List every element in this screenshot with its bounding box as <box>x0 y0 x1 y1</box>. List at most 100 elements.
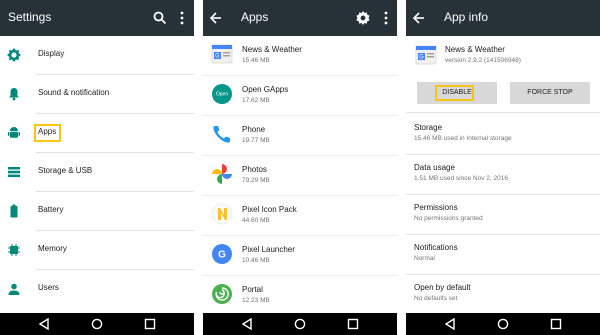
search-icon[interactable] <box>152 10 168 26</box>
nav-bar <box>0 313 194 335</box>
news-weather-icon: G <box>415 45 437 65</box>
app-item-pixel-icon-pack[interactable]: Pixel Icon Pack 44.60 MB <box>203 196 397 236</box>
back-nav-icon[interactable] <box>444 318 456 330</box>
pixel-launcher-icon: G <box>212 244 232 264</box>
settings-item-label: Battery <box>38 205 64 214</box>
open-gapps-icon: Open <box>212 84 232 104</box>
app-name: Pixel Launcher <box>242 245 295 254</box>
settings-list: Display Sound & notification Apps Storag… <box>0 36 194 313</box>
app-name: Pixel Icon Pack <box>242 205 297 214</box>
app-item-photos[interactable]: Photos 79.29 MB <box>203 156 397 196</box>
apps-list: G News & Weather 15.46 MB Open Open GApp… <box>203 36 397 313</box>
notifications-row[interactable]: Notifications Normal <box>406 234 600 274</box>
row-subtitle: No permissions granted <box>414 215 483 222</box>
divider <box>406 112 600 113</box>
phone-icon <box>213 126 230 143</box>
back-nav-icon[interactable] <box>38 318 50 330</box>
apps-app-bar: Apps <box>203 0 397 36</box>
back-arrow-icon[interactable] <box>412 11 426 25</box>
apps-title: Apps <box>241 10 269 24</box>
row-title: Notifications <box>414 243 458 252</box>
row-subtitle: No defaults set <box>414 295 458 302</box>
app-item-pixel-launcher[interactable]: G Pixel Launcher 10.46 MB <box>203 236 397 276</box>
app-name: Open GApps <box>242 85 289 94</box>
recents-nav-icon[interactable] <box>144 318 156 330</box>
news-weather-icon: G <box>211 44 233 64</box>
portal-icon <box>212 284 232 304</box>
home-nav-icon[interactable] <box>91 318 103 330</box>
back-nav-icon[interactable] <box>241 318 253 330</box>
settings-item-sound-notification[interactable]: Sound & notification <box>0 75 194 114</box>
force-stop-button[interactable]: FORCE STOP <box>510 82 590 104</box>
settings-item-display[interactable]: Display <box>0 36 194 75</box>
app-name: News & Weather <box>445 45 505 54</box>
settings-item-battery[interactable]: Battery <box>0 192 194 231</box>
app-name: Portal <box>242 285 263 294</box>
row-subtitle: Normal <box>414 255 435 262</box>
app-item-news-weather[interactable]: G News & Weather 15.46 MB <box>203 36 397 76</box>
app-item-portal[interactable]: Portal 12.23 MB <box>203 276 397 316</box>
row-title: Open by default <box>414 283 471 292</box>
app-info-content: G News & Weather version 2.9.2 (14150694… <box>406 36 600 313</box>
settings-title: Settings <box>8 10 52 24</box>
battery-icon <box>10 204 18 218</box>
svg-text:G: G <box>215 54 220 60</box>
app-size: 10.46 MB <box>242 257 270 264</box>
back-arrow-icon[interactable] <box>209 11 223 25</box>
photos-icon <box>212 164 232 184</box>
pixel-icon-pack-icon <box>211 203 233 225</box>
app-size: 44.60 MB <box>242 217 270 224</box>
apps-screen: Apps G News & Weather 15.46 MB Open Open… <box>203 0 397 335</box>
app-info-title: App info <box>444 10 489 24</box>
more-options-icon[interactable] <box>174 10 190 26</box>
settings-item-label: Users <box>38 283 59 292</box>
app-size: 17.62 MB <box>242 97 270 104</box>
memory-icon <box>8 244 20 256</box>
storage-row[interactable]: Storage 15.46 MB used in Internal storag… <box>406 114 600 154</box>
settings-item-label: Display <box>38 49 65 58</box>
app-version: version 2.9.2 (141506948) <box>445 57 521 64</box>
storage-icon <box>8 167 20 178</box>
settings-item-label: Sound & notification <box>38 88 110 97</box>
brightness-icon <box>7 48 21 62</box>
person-icon <box>8 283 20 295</box>
home-nav-icon[interactable] <box>294 318 306 330</box>
row-subtitle: 15.46 MB used in Internal storage <box>414 135 512 142</box>
more-options-icon[interactable] <box>378 10 394 26</box>
svg-text:Open: Open <box>216 92 228 98</box>
app-item-open-gapps[interactable]: Open Open GApps 17.62 MB <box>203 76 397 116</box>
bell-icon <box>9 88 19 101</box>
row-title: Storage <box>414 123 443 132</box>
app-name: Phone <box>242 125 266 134</box>
settings-item-storage-usb[interactable]: Storage & USB <box>0 153 194 192</box>
home-nav-icon[interactable] <box>497 318 509 330</box>
settings-app-bar: Settings <box>0 0 194 36</box>
app-item-phone[interactable]: Phone 19.77 MB <box>203 116 397 156</box>
gear-icon[interactable] <box>355 10 371 26</box>
permissions-row[interactable]: Permissions No permissions granted <box>406 194 600 234</box>
row-subtitle: 1.51 MB used since Nov 2, 2016 <box>414 175 508 182</box>
app-name: News & Weather <box>242 45 302 54</box>
app-info-app-bar: App info <box>406 0 600 36</box>
nav-bar <box>406 313 600 335</box>
app-info-screen: App info G News & Weather version 2.9.2 … <box>406 0 600 335</box>
app-size: 19.77 MB <box>242 137 270 144</box>
recents-nav-icon[interactable] <box>347 318 359 330</box>
apps-highlight-box <box>34 124 61 142</box>
settings-item-users[interactable]: Users <box>0 270 194 309</box>
app-size: 79.29 MB <box>242 177 270 184</box>
open-by-default-row[interactable]: Open by default No defaults set <box>406 274 600 314</box>
settings-item-memory[interactable]: Memory <box>0 231 194 270</box>
settings-item-apps[interactable]: Apps <box>0 114 194 153</box>
disable-highlight-box <box>435 85 474 101</box>
settings-item-label: Storage & USB <box>38 166 93 175</box>
svg-text:G: G <box>419 55 424 61</box>
app-size: 15.46 MB <box>242 57 270 64</box>
svg-text:G: G <box>218 250 226 261</box>
app-size: 12.23 MB <box>242 297 270 304</box>
settings-item-label: Memory <box>38 244 67 253</box>
data-usage-row[interactable]: Data usage 1.51 MB used since Nov 2, 201… <box>406 154 600 194</box>
recents-nav-icon[interactable] <box>550 318 562 330</box>
android-icon <box>8 127 20 138</box>
app-name: Photos <box>242 165 267 174</box>
